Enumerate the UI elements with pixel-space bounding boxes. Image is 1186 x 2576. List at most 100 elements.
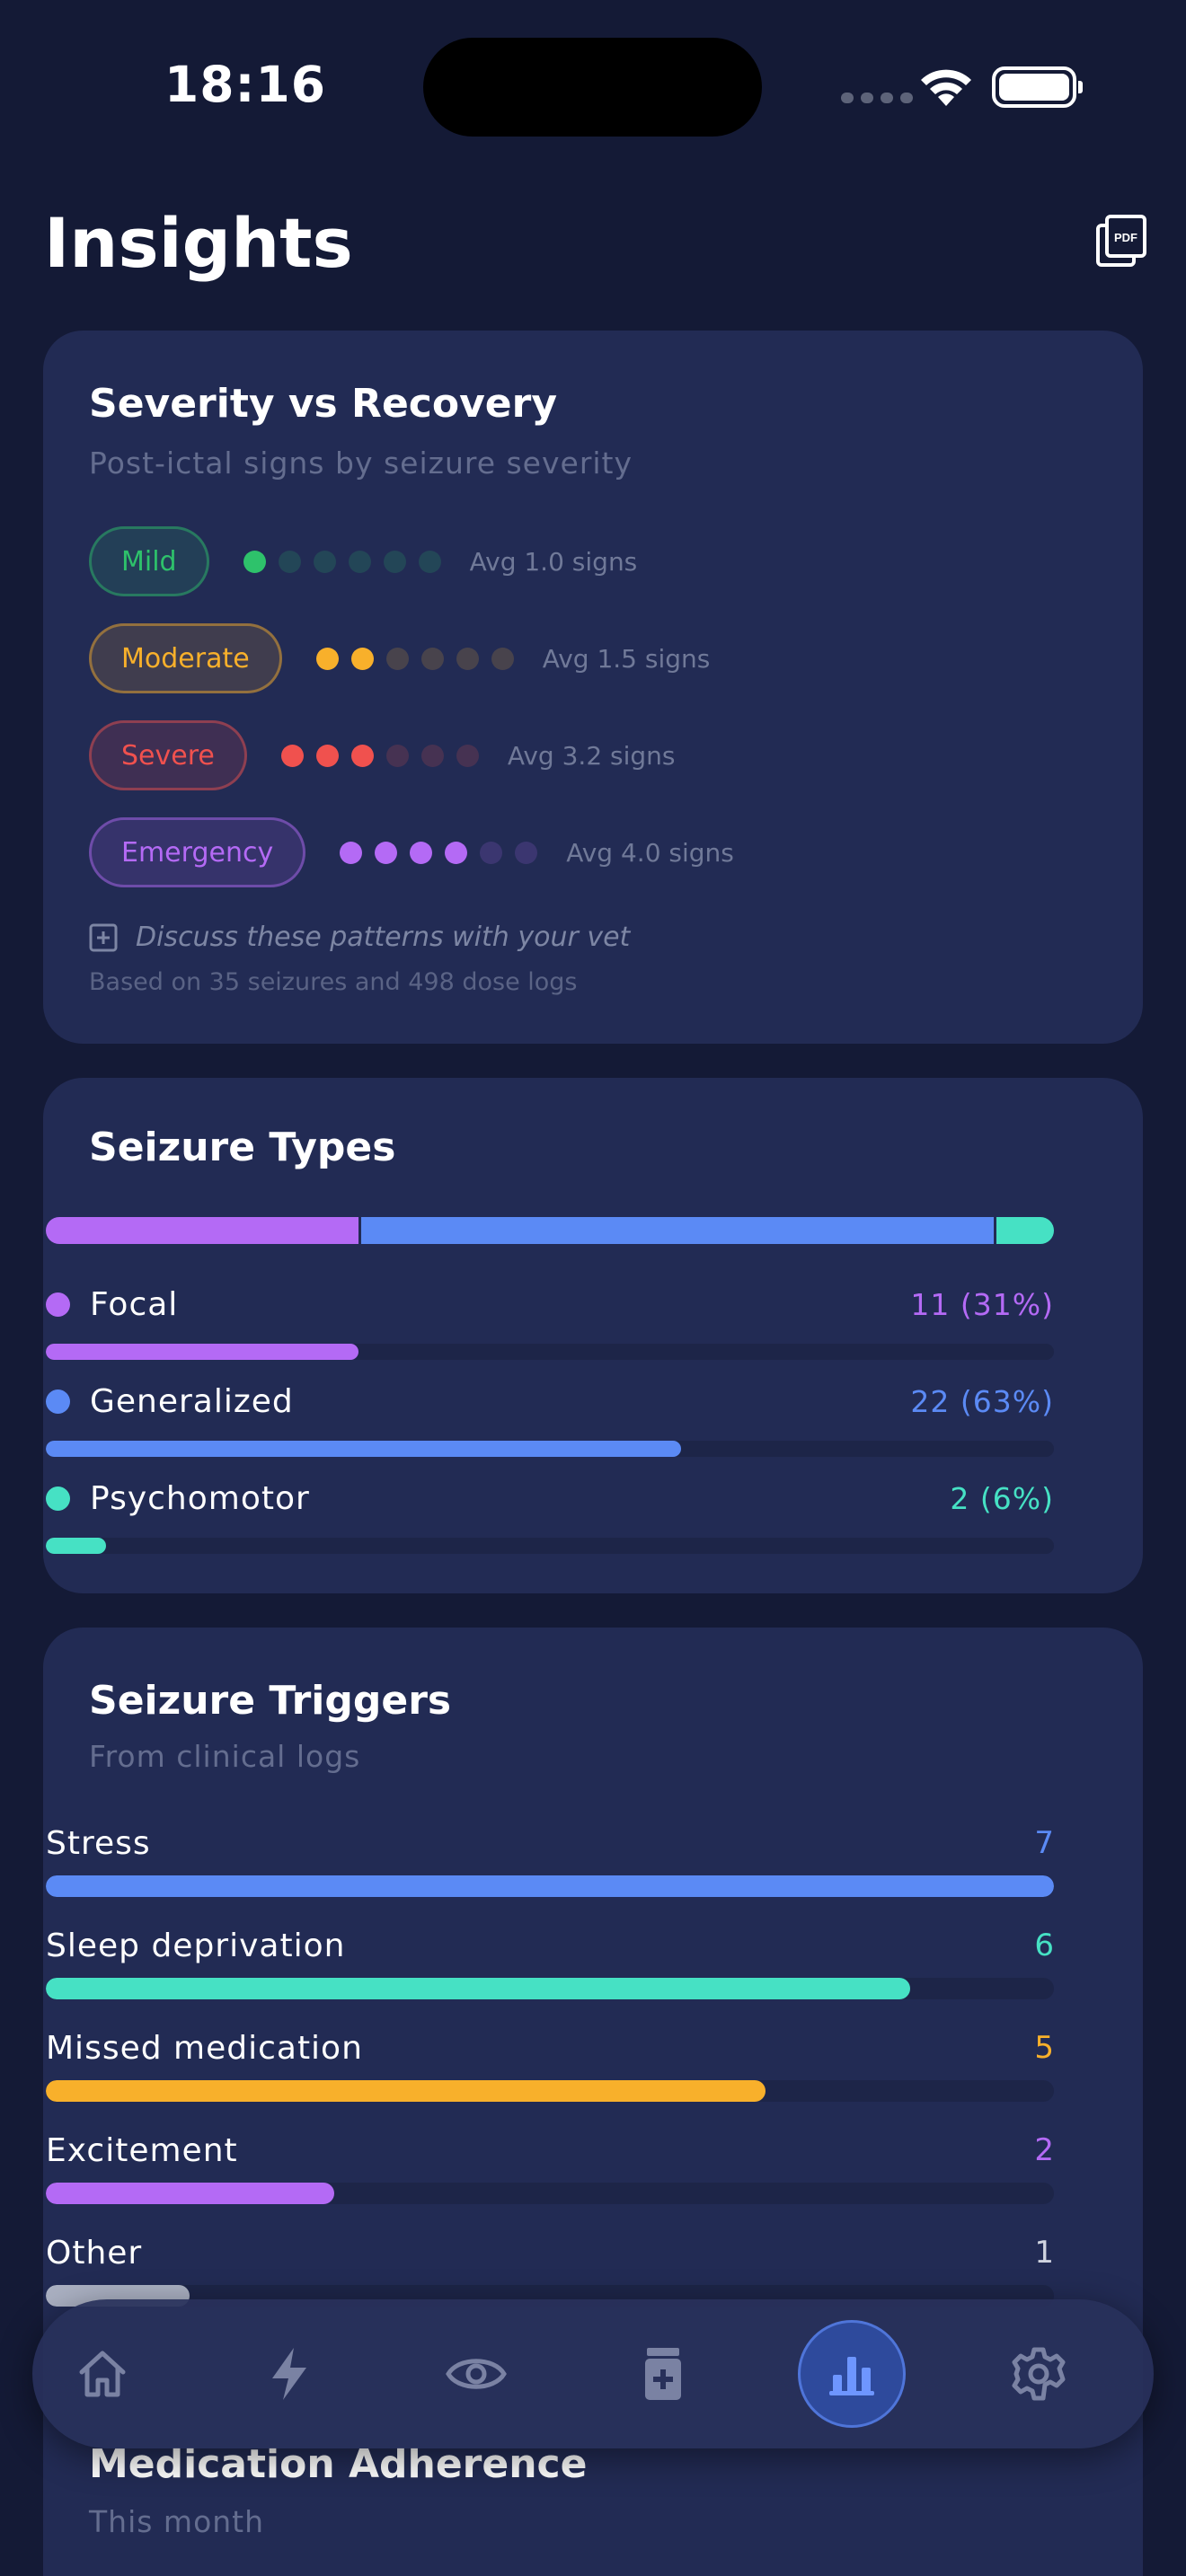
trigger-count: 6: [1034, 1928, 1054, 1963]
sign-dot-empty: [348, 550, 371, 573]
tab-eye[interactable]: [422, 2320, 530, 2428]
seizure-type-value: 11 (31%): [910, 1286, 1054, 1322]
home-icon: [76, 2348, 128, 2400]
severity-row-emergency: Emergency Avg 4.0 signs: [89, 817, 734, 887]
trigger-row: Stress 7: [46, 1823, 1054, 1897]
sign-dot-filled: [280, 744, 304, 767]
seizure-type-row: Psychomotor 2 (6%): [46, 1478, 1054, 1554]
tab-bar-chart[interactable]: [798, 2320, 906, 2428]
sign-dot-empty: [420, 744, 444, 767]
severity-badge: Severe: [89, 720, 247, 790]
trigger-row: Missed medication 5: [46, 2028, 1054, 2102]
trigger-fill: [46, 1875, 1054, 1897]
severity-signs-dots: [340, 841, 538, 864]
severity-badge: Mild: [89, 526, 209, 596]
sign-dot-empty: [313, 550, 336, 573]
tab-gear[interactable]: [985, 2320, 1093, 2428]
sign-dot-filled: [243, 550, 266, 573]
sign-dot-filled: [340, 841, 363, 864]
seizure-triggers-subtitle: From clinical logs: [89, 1739, 361, 1774]
severity-signs-dots: [280, 744, 479, 767]
trigger-track: [46, 1875, 1054, 1897]
seizure-triggers-title: Seizure Triggers: [89, 1678, 452, 1724]
seizure-type-track: [46, 1441, 1054, 1457]
severity-row-mild: Mild Avg 1.0 signs: [89, 526, 637, 596]
trigger-count: 2: [1034, 2132, 1054, 2168]
sign-dot-empty: [385, 647, 409, 670]
seizure-type-value: 2 (6%): [950, 1480, 1054, 1516]
dynamic-island: [423, 38, 762, 137]
page-title: Insights: [44, 203, 353, 283]
stacked-segment-psychomotor: [993, 1217, 1054, 1244]
sign-dot-empty: [418, 550, 441, 573]
severity-average: Avg 1.5 signs: [542, 643, 711, 674]
seizure-type-track: [46, 1538, 1054, 1554]
severity-badge: Moderate: [89, 623, 282, 693]
severity-signs-dots: [315, 647, 514, 670]
sign-dot-empty: [515, 841, 538, 864]
pdf-icon-text: PDF: [1114, 231, 1137, 244]
trigger-track: [46, 1978, 1054, 1999]
trigger-label: Other: [46, 2234, 143, 2272]
seizure-type-row: Generalized 22 (63%): [46, 1381, 1054, 1457]
seizure-type-fill: [46, 1538, 107, 1554]
tab-home[interactable]: [49, 2320, 156, 2428]
trigger-track: [46, 2183, 1054, 2204]
based-on-text: Based on 35 seizures and 498 dose logs: [89, 968, 578, 996]
sign-dot-empty: [456, 744, 479, 767]
severity-row-severe: Severe Avg 3.2 signs: [89, 720, 676, 790]
severity-average: Avg 1.0 signs: [469, 546, 638, 577]
medical-plus-icon: [89, 923, 118, 951]
trigger-fill: [46, 1978, 910, 1999]
trigger-label: Excitement: [46, 2131, 238, 2169]
pdf-export-icon[interactable]: PDF: [1094, 215, 1148, 269]
trigger-label: Missed medication: [46, 2029, 363, 2067]
gear-icon: [1011, 2346, 1067, 2402]
vet-note: Discuss these patterns with your vet: [89, 922, 630, 953]
trigger-count: 7: [1034, 1825, 1054, 1861]
cellular-signal-icon: [841, 93, 913, 103]
severity-average: Avg 3.2 signs: [507, 740, 676, 771]
tab-medication[interactable]: [609, 2320, 717, 2428]
legend-dot: [46, 1292, 70, 1317]
bar-chart-icon: [829, 2351, 874, 2396]
tab-lightning[interactable]: [235, 2320, 343, 2428]
lightning-icon: [267, 2346, 312, 2402]
sign-dot-empty: [385, 744, 409, 767]
seizure-type-label: Psychomotor: [90, 1479, 310, 1517]
sign-dot-filled: [410, 841, 433, 864]
trigger-fill: [46, 2183, 334, 2204]
medication-icon: [642, 2346, 685, 2402]
sign-dot-empty: [491, 647, 514, 670]
sign-dot-empty: [420, 647, 444, 670]
sign-dot-filled: [350, 744, 374, 767]
severity-row-moderate: Moderate Avg 1.5 signs: [89, 623, 710, 693]
wifi-icon: [921, 69, 971, 106]
seizure-types-stacked-bar: [46, 1217, 1054, 1244]
sign-dot-filled: [375, 841, 398, 864]
seizure-type-row: Focal 11 (31%): [46, 1284, 1054, 1360]
battery-icon: [992, 66, 1083, 108]
sign-dot-filled: [350, 647, 374, 670]
trigger-label: Sleep deprivation: [46, 1927, 346, 1964]
legend-dot: [46, 1486, 70, 1511]
sign-dot-empty: [456, 647, 479, 670]
trigger-label: Stress: [46, 1824, 151, 1862]
sign-dot-empty: [480, 841, 503, 864]
sign-dot-empty: [383, 550, 406, 573]
sign-dot-filled: [315, 647, 339, 670]
severity-card-title: Severity vs Recovery: [89, 381, 557, 427]
eye-icon: [446, 2353, 507, 2395]
trigger-row: Excitement 2: [46, 2130, 1054, 2204]
sign-dot-filled: [445, 841, 468, 864]
seizure-type-track: [46, 1344, 1054, 1360]
seizure-type-fill: [46, 1441, 681, 1457]
stacked-segment-focal: [46, 1217, 358, 1244]
severity-card: Severity vs Recovery Post-ictal signs by…: [43, 331, 1143, 1044]
stacked-segment-generalized: [358, 1217, 994, 1244]
vet-note-text: Discuss these patterns with your vet: [136, 922, 631, 953]
sign-dot-empty: [278, 550, 301, 573]
seizure-type-value: 22 (63%): [910, 1383, 1054, 1419]
trigger-row: Other 1: [46, 2233, 1054, 2307]
legend-dot: [46, 1389, 70, 1414]
